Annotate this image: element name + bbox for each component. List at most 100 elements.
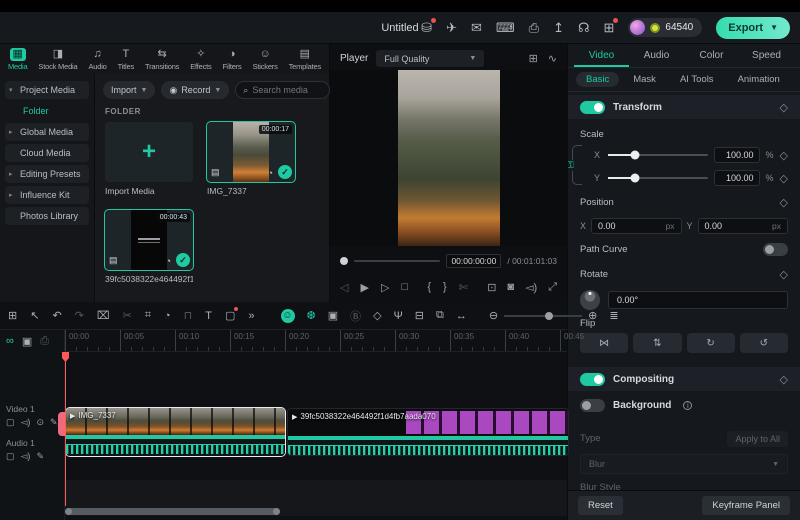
reset-button[interactable]: Reset (578, 496, 623, 515)
zoom-in-icon[interactable]: ⊕ (588, 309, 597, 322)
lock-ratio-icon[interactable]: ⚿ (568, 160, 574, 171)
timeline-ruler[interactable]: 00:00 00:05 00:10 00:15 00:20 00:25 00:30 00:35… (65, 330, 584, 352)
next-frame-icon[interactable]: ▷ (381, 281, 389, 294)
sidebar-item-cloud-media[interactable]: Cloud Media (5, 144, 89, 162)
scale-y-slider[interactable] (608, 173, 708, 183)
tab-stickers[interactable]: ☺ Stickers (253, 48, 278, 71)
beat-detect-icon[interactable]: Ⓑ (350, 308, 361, 324)
feedback-icon[interactable]: ✉ (471, 21, 482, 34)
more-tools-icon[interactable]: » (248, 310, 254, 322)
shortcut-icon[interactable]: ⌨ (496, 21, 515, 34)
keyframe-panel-button[interactable]: Keyframe Panel (702, 496, 790, 515)
volume-icon[interactable]: ◅) (525, 281, 537, 294)
search-box[interactable]: ⌕ (235, 81, 331, 99)
rotate-dial[interactable] (580, 290, 600, 310)
preview-track-icon[interactable]: ▣ (22, 335, 32, 348)
quality-dropdown[interactable]: Full Quality ▼ (376, 50, 485, 67)
export-button[interactable]: Export ▼ (716, 16, 790, 39)
quick-split-icon[interactable]: ✄ (459, 281, 468, 294)
keyframe-diamond-icon[interactable]: ◇ (780, 196, 788, 209)
flip-vertical-button[interactable]: ⇅ (633, 333, 682, 353)
subtab-basic[interactable]: Basic (576, 72, 620, 87)
view-layout-icon[interactable]: ⊞ (529, 52, 538, 65)
support-icon[interactable]: ☊ (578, 21, 590, 34)
stop-icon[interactable]: □ (401, 281, 408, 294)
hide-track-icon[interactable]: ⊙ (36, 417, 44, 428)
crop-icon[interactable]: ⌗ (145, 309, 151, 322)
rotate-value[interactable]: 0.00° (608, 291, 788, 309)
upload-icon[interactable]: ↥ (553, 21, 564, 34)
sidebar-item-folder[interactable]: Folder (5, 102, 89, 120)
split-icon[interactable]: ✂ (123, 309, 132, 322)
tab-transitions[interactable]: ⇆ Transitions (145, 48, 179, 71)
rotate-cw-button[interactable]: ↻ (686, 333, 735, 353)
scale-x-slider[interactable] (608, 150, 708, 160)
import-button[interactable]: Import ▼ (103, 81, 156, 99)
sidebar-item-global-media[interactable]: ▸ Global Media (5, 123, 89, 141)
fullscreen-icon[interactable]: ⤢ (548, 281, 557, 294)
clip-trim-handle[interactable] (58, 412, 65, 436)
zoom-out-icon[interactable]: ⊖ (489, 309, 498, 322)
keyframe-diamond-icon[interactable]: ◇ (780, 101, 788, 114)
tab-audio-props[interactable]: Audio (629, 44, 684, 67)
timeline-clip-39fc[interactable]: ▶ 39fc5038322e464492f1d4fb7aada070 (287, 408, 569, 456)
tab-media[interactable]: ▦ Media (8, 47, 28, 71)
account-pill[interactable]: 64540 (628, 18, 703, 37)
share-icon[interactable]: ✈ (446, 21, 457, 34)
tab-video[interactable]: Video (574, 44, 629, 67)
select-tool-icon[interactable]: ↖ (30, 309, 39, 322)
auto-ripple-icon[interactable]: ↔ (456, 310, 467, 322)
track-height-icon[interactable]: ≣ (609, 309, 618, 322)
ai-sticker-icon[interactable]: ☺ (280, 308, 295, 323)
avatar[interactable] (630, 20, 646, 35)
track-manager-icon[interactable]: ⊞ (8, 309, 17, 322)
scale-y-value[interactable]: 100.00 (713, 170, 760, 186)
snapshot-icon[interactable]: ◙ (507, 281, 514, 294)
tab-speed[interactable]: Speed (739, 44, 794, 67)
tab-templates[interactable]: ▤ Templates (289, 48, 322, 71)
tab-effects[interactable]: ✧ Effects (190, 48, 212, 71)
import-media-tile[interactable]: + Import Media (105, 122, 193, 196)
sidebar-item-editing-presets[interactable]: ▸ Editing Presets (5, 165, 89, 183)
tab-filters[interactable]: ◑ Filters (223, 48, 242, 71)
rotate-ccw-button[interactable]: ↺ (739, 333, 788, 353)
display-icon[interactable]: ⊡ (487, 281, 496, 294)
apps-icon[interactable]: ⊞ (604, 18, 619, 34)
playhead[interactable] (58, 352, 69, 506)
blur-type-dropdown[interactable]: Blur ▼ (580, 454, 788, 474)
transform-toggle[interactable] (580, 100, 605, 114)
record-button[interactable]: ◉ Record ▼ (161, 81, 230, 99)
scale-x-value[interactable]: 100.00 (713, 147, 760, 163)
tab-stock-media[interactable]: ◨ Stock Media (38, 48, 77, 71)
position-x-field[interactable]: 0.00 px (591, 218, 682, 234)
timeline-clip-img7337[interactable]: ▶ IMG_7337 (65, 407, 286, 457)
speed-icon[interactable]: ◔ (164, 310, 171, 322)
path-curve-toggle[interactable] (763, 243, 788, 256)
play-icon[interactable]: ▶ (360, 281, 368, 294)
print-frame-icon[interactable]: ⎙ (40, 335, 49, 348)
tab-audio[interactable]: ♫ Audio (88, 48, 106, 71)
position-y-field[interactable]: 0.00 px (697, 218, 788, 234)
keyframe-diamond-icon[interactable]: ◇ (780, 172, 788, 185)
sidebar-item-influence-kit[interactable]: ▸ Influence Kit (5, 186, 89, 204)
background-toggle[interactable] (580, 398, 605, 412)
gift-icon[interactable]: ⛁ (421, 18, 436, 34)
mute-track-icon[interactable]: ◅) (21, 451, 31, 462)
lock-track-icon[interactable]: ▢ (6, 451, 15, 462)
link-icon[interactable]: ∞ (6, 335, 14, 348)
sidebar-item-project-media[interactable]: ▾ Project Media (5, 81, 89, 99)
scrubber-handle[interactable] (340, 257, 348, 265)
record-overlay-icon[interactable]: ▢ (225, 307, 239, 322)
mark-in-icon[interactable]: { (427, 281, 431, 294)
lock-track-icon[interactable]: ▢ (6, 417, 15, 428)
subtab-mask[interactable]: Mask (623, 72, 666, 87)
redo-icon[interactable]: ↷ (75, 309, 84, 322)
adjustment-icon[interactable]: ⊟ (415, 309, 424, 322)
subtab-ai-tools[interactable]: AI Tools (670, 72, 724, 87)
tab-titles[interactable]: T Titles (118, 48, 135, 71)
tab-color[interactable]: Color (684, 44, 739, 67)
mark-out-icon[interactable]: } (443, 281, 447, 294)
voiceover-mic-icon[interactable]: Ψ (394, 310, 403, 322)
media-item-img7337[interactable]: 00:00:17 ▤ ◔ ✓ IMG_7337 (206, 121, 296, 196)
keyframe-diamond-icon[interactable]: ◇ (780, 149, 788, 162)
